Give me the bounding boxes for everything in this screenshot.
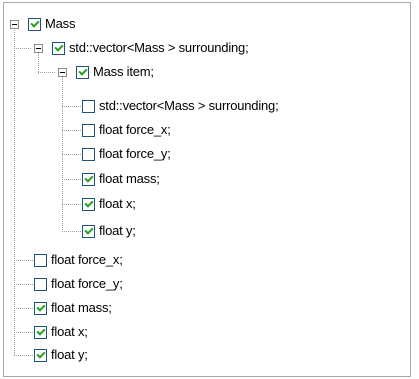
item-child-checkbox[interactable] [82,123,95,137]
item-child-checkbox[interactable] [82,147,95,161]
tree-node-label: Mass [45,16,76,31]
item-checkbox[interactable] [76,65,89,79]
tree-node-item-child[interactable]: float force_y; [82,144,171,164]
tree-node-label: float force_x; [99,122,171,137]
tree-node-label: float x; [99,196,136,211]
tree-node-label: float force_x; [51,252,123,267]
tree-node-item-child[interactable]: float mass; [82,169,160,189]
tree-node-root-child[interactable]: float x; [34,322,88,342]
tree-node-label: float y; [51,347,88,362]
item-child-checkbox[interactable] [82,197,95,211]
tree-node-label: std::vector<Mass > surrounding; [99,98,279,113]
tree-node-item-child[interactable]: float force_x; [82,120,171,140]
tree-node-item-child[interactable]: float x; [82,194,136,214]
collapse-toggle-icon[interactable] [58,67,67,77]
tree-node-vector[interactable]: std::vector<Mass > surrounding; [34,38,249,58]
collapse-toggle-icon[interactable] [10,19,19,29]
tree-node-root-child[interactable]: float y; [34,345,88,365]
tree-node-label: float mass; [51,300,112,315]
tree-node-root-child[interactable]: float force_y; [34,274,123,294]
collapse-toggle-icon[interactable] [34,43,43,53]
tree-node-item-child[interactable]: float y; [82,221,136,241]
root-child-checkbox[interactable] [34,301,47,315]
tree-node-item[interactable]: Mass item; [58,62,154,82]
tree-node-label: float y; [99,223,136,238]
root-child-checkbox[interactable] [34,348,47,362]
root-child-checkbox[interactable] [34,325,47,339]
tree-node-label: float mass; [99,171,160,186]
root-child-checkbox[interactable] [34,253,47,267]
tree-node-root[interactable]: Mass [10,14,75,34]
tree-node-label: float x; [51,324,88,339]
root-child-checkbox[interactable] [34,277,47,291]
item-child-checkbox[interactable] [82,224,95,238]
root-checkbox[interactable] [28,17,41,31]
tree-connector-lines [14,28,82,356]
tree-node-item-child[interactable]: std::vector<Mass > surrounding; [82,96,279,116]
tree-view: Mass std::vector<Mass > surrounding; Mas… [3,2,411,377]
tree-node-root-child[interactable]: float mass; [34,298,112,318]
tree-node-label: Mass item; [93,64,154,79]
item-child-checkbox[interactable] [82,99,95,113]
tree-node-root-child[interactable]: float force_x; [34,250,123,270]
tree-node-label: float force_y; [51,276,123,291]
tree-node-label: std::vector<Mass > surrounding; [69,40,249,55]
item-child-checkbox[interactable] [82,172,95,186]
vector-checkbox[interactable] [52,41,65,55]
tree-node-label: float force_y; [99,146,171,161]
